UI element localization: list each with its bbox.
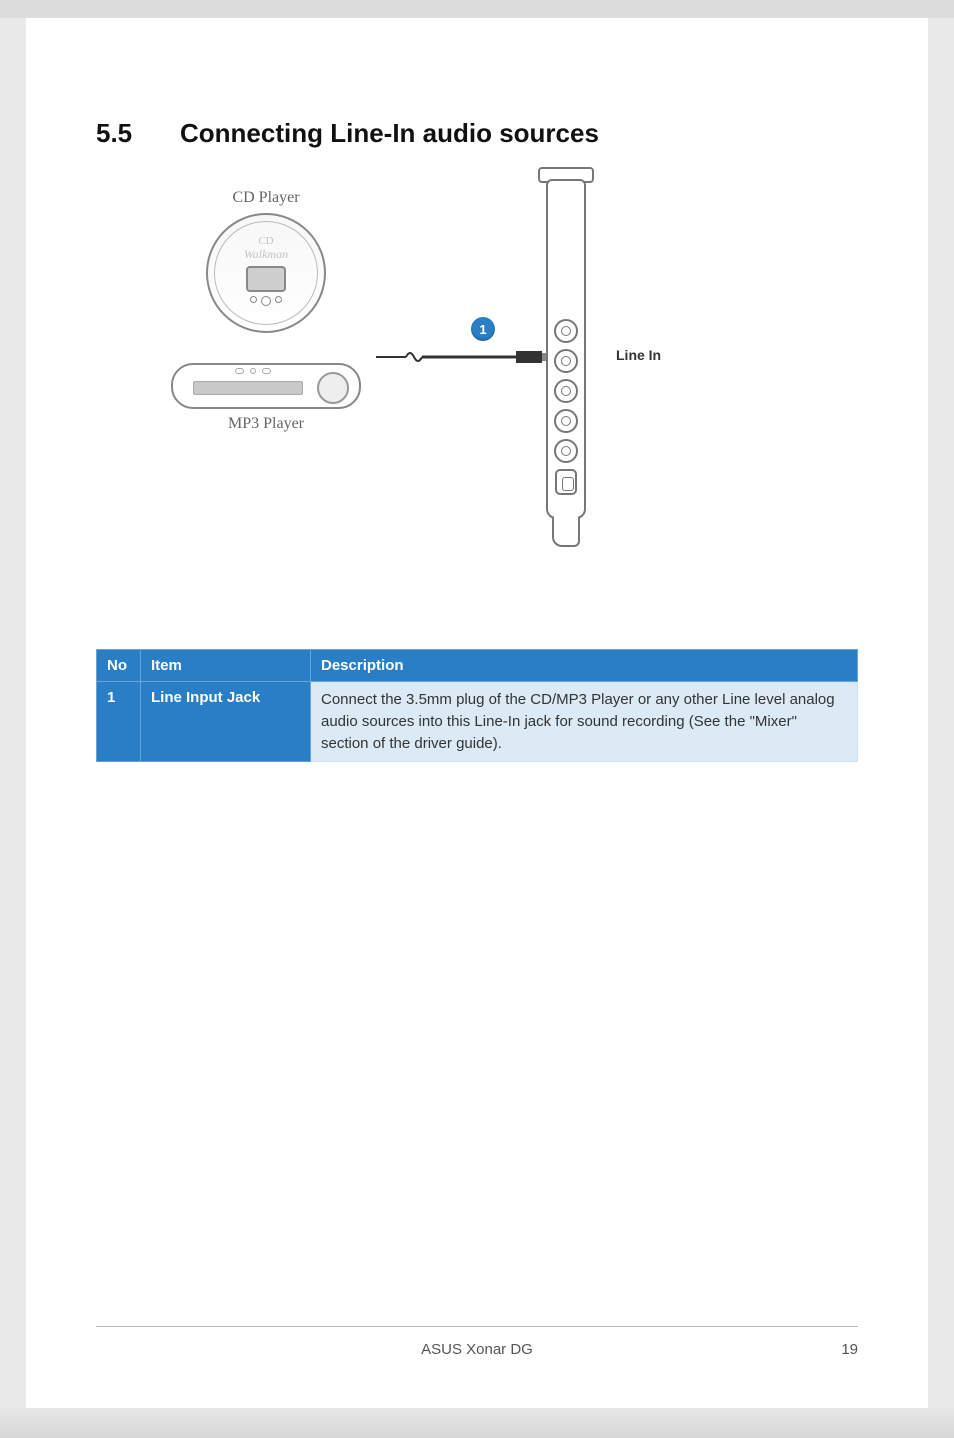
section-title-text: Connecting Line-In audio sources: [180, 118, 599, 148]
audio-cable-icon: [376, 347, 556, 367]
audio-jack-icon: [554, 349, 578, 373]
table-row: 1 Line Input Jack Connect the 3.5mm plug…: [97, 682, 858, 762]
manual-page: 5.5Connecting Line-In audio sources CD P…: [26, 18, 928, 1408]
callout-1: 1: [471, 317, 495, 341]
line-in-jack-icon: [554, 319, 578, 343]
jack-stack: [554, 319, 578, 495]
footer-page-number: 19: [841, 1341, 858, 1358]
audio-jack-icon: [554, 409, 578, 433]
mp3-player-icon: MP3 Player: [171, 363, 361, 433]
source-devices: CD Player CD Walkman MP3 Player: [156, 189, 376, 433]
spdif-jack-icon: [555, 469, 577, 495]
cd-buttons-icon: [250, 296, 282, 306]
cd-player-label: CD Player: [156, 189, 376, 207]
bottom-strip: [0, 1408, 954, 1438]
audio-jack-icon: [554, 379, 578, 403]
table-header-row: No Item Description: [97, 650, 858, 682]
mp3-player-label: MP3 Player: [171, 415, 361, 433]
col-no: No: [97, 650, 141, 682]
cd-player-icon: CD Walkman: [206, 213, 326, 333]
line-in-port-label: Line In: [616, 347, 661, 363]
section-number: 5.5: [96, 118, 180, 149]
cell-no: 1: [97, 682, 141, 762]
cd-screen-icon: [246, 266, 286, 292]
card-bracket-icon: [536, 169, 596, 549]
cell-description: Connect the 3.5mm plug of the CD/MP3 Pla…: [311, 682, 858, 762]
top-strip: [0, 0, 954, 18]
audio-jack-icon: [554, 439, 578, 463]
connection-diagram: CD Player CD Walkman MP3 Player: [156, 189, 858, 569]
col-item: Item: [141, 650, 311, 682]
col-description: Description: [311, 650, 858, 682]
cd-brand-text: CD Walkman: [244, 235, 288, 262]
section-heading: 5.5Connecting Line-In audio sources: [96, 18, 858, 149]
footer-product: ASUS Xonar DG: [96, 1341, 858, 1358]
cell-item: Line Input Jack: [141, 682, 311, 762]
description-table: No Item Description 1 Line Input Jack Co…: [96, 649, 858, 762]
page-footer: ASUS Xonar DG 19: [96, 1326, 858, 1358]
